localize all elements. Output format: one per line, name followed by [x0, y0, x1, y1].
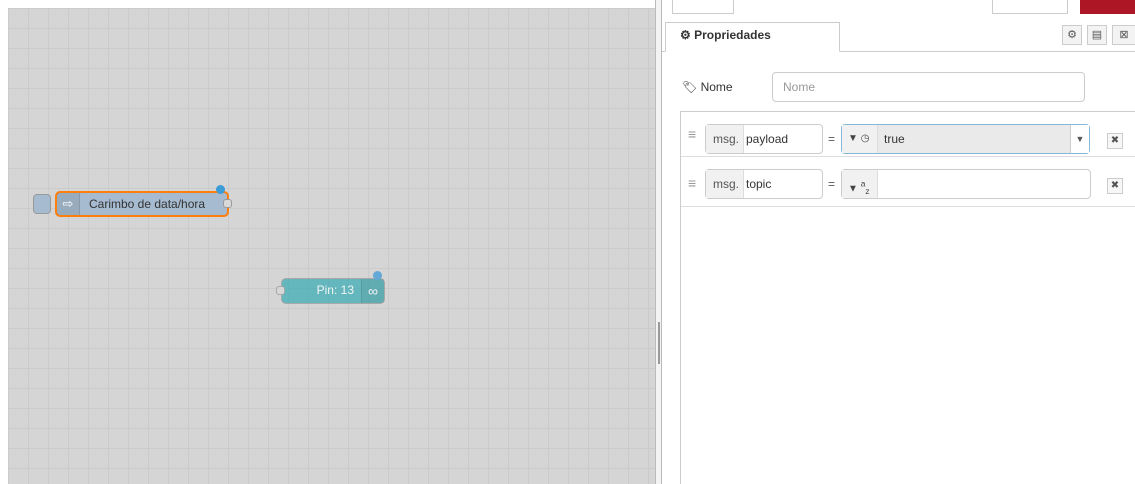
value-input[interactable]: ▼ ◷ true ▼: [841, 124, 1090, 154]
value-input[interactable]: ▼ az: [841, 169, 1091, 199]
name-input[interactable]: [772, 72, 1085, 102]
workspace: ⇨ Carimbo de data/hora Pin: 13 ∞: [0, 0, 655, 484]
flow-canvas[interactable]: [8, 8, 655, 484]
operator: =: [828, 177, 836, 191]
gear-icon: ⚙: [680, 28, 691, 42]
document-icon: ▤: [1091, 29, 1103, 41]
property-input[interactable]: msg. topic: [705, 169, 823, 199]
remove-rule-button[interactable]: ✖: [1107, 133, 1123, 149]
rules-list: ≡ msg. payload = ▼ ◷ true ▼ ✖ ≡ msg. top…: [680, 111, 1135, 484]
delete-button[interactable]: [1080, 0, 1135, 14]
tab-properties[interactable]: ⚙ Propriedades: [665, 22, 840, 52]
settings-tab-button[interactable]: ⚙: [1062, 25, 1082, 45]
splitter-grip[interactable]: [658, 322, 660, 364]
drag-handle-icon[interactable]: ≡: [688, 175, 696, 191]
tag-icon: 🏷: [682, 80, 698, 94]
node-label: Pin: 13: [316, 283, 354, 297]
edit-panel: ⚙ Propriedades ⚙ ▤ ⊠ 🏷 Nome ≡ msg. paylo…: [662, 0, 1135, 484]
tab-label: Propriedades: [694, 28, 771, 42]
operator: =: [828, 132, 836, 146]
pin-node[interactable]: Pin: 13 ∞: [276, 271, 385, 304]
panel-splitter[interactable]: [655, 0, 662, 484]
gear-icon: ⚙: [1067, 29, 1077, 41]
clock-icon: ◷: [860, 133, 870, 144]
input-port[interactable]: [276, 286, 285, 295]
value-dropdown-button[interactable]: ▼: [1070, 125, 1089, 153]
close-icon: ✖: [1110, 135, 1120, 146]
close-icon: ✖: [1110, 180, 1120, 191]
output-port[interactable]: [223, 199, 232, 208]
property-value: payload: [746, 132, 789, 146]
az-icon: az: [860, 179, 870, 197]
rule-row: ≡ msg. topic = ▼ az ✖: [681, 157, 1135, 207]
caret-down-icon: ▼: [848, 183, 858, 195]
frame-icon: ⊠: [1119, 29, 1129, 41]
tray-button[interactable]: [672, 0, 734, 14]
timestamp-node[interactable]: ⇨ Carimbo de data/hora: [55, 185, 232, 217]
appearance-tab-button[interactable]: ⊠: [1112, 25, 1135, 45]
msg-prefix: msg.: [706, 125, 744, 153]
caret-down-icon: ▼: [848, 133, 858, 144]
value-text: true: [884, 132, 905, 146]
remove-rule-button[interactable]: ✖: [1107, 178, 1123, 194]
property-value: topic: [746, 177, 772, 191]
infinity-icon: ∞: [361, 279, 384, 303]
rule-row: ≡ msg. payload = ▼ ◷ true ▼ ✖: [681, 112, 1135, 157]
property-input[interactable]: msg. payload: [705, 124, 823, 154]
name-label: 🏷 Nome: [682, 80, 733, 94]
changed-indicator: [216, 185, 225, 194]
node-label: Carimbo de data/hora: [89, 197, 206, 211]
arrow-right-icon: ⇨: [57, 193, 80, 215]
description-tab-button[interactable]: ▤: [1087, 25, 1107, 45]
drag-handle-icon[interactable]: ≡: [688, 126, 696, 142]
type-select[interactable]: ▼ ◷: [842, 125, 878, 153]
type-select[interactable]: ▼ az: [842, 170, 878, 198]
panel-tabs: ⚙ Propriedades ⚙ ▤ ⊠: [662, 22, 1135, 52]
cancel-button[interactable]: [992, 0, 1068, 14]
msg-prefix: msg.: [706, 170, 744, 198]
inject-trigger-button[interactable]: [33, 194, 51, 214]
changed-indicator: [373, 271, 382, 280]
